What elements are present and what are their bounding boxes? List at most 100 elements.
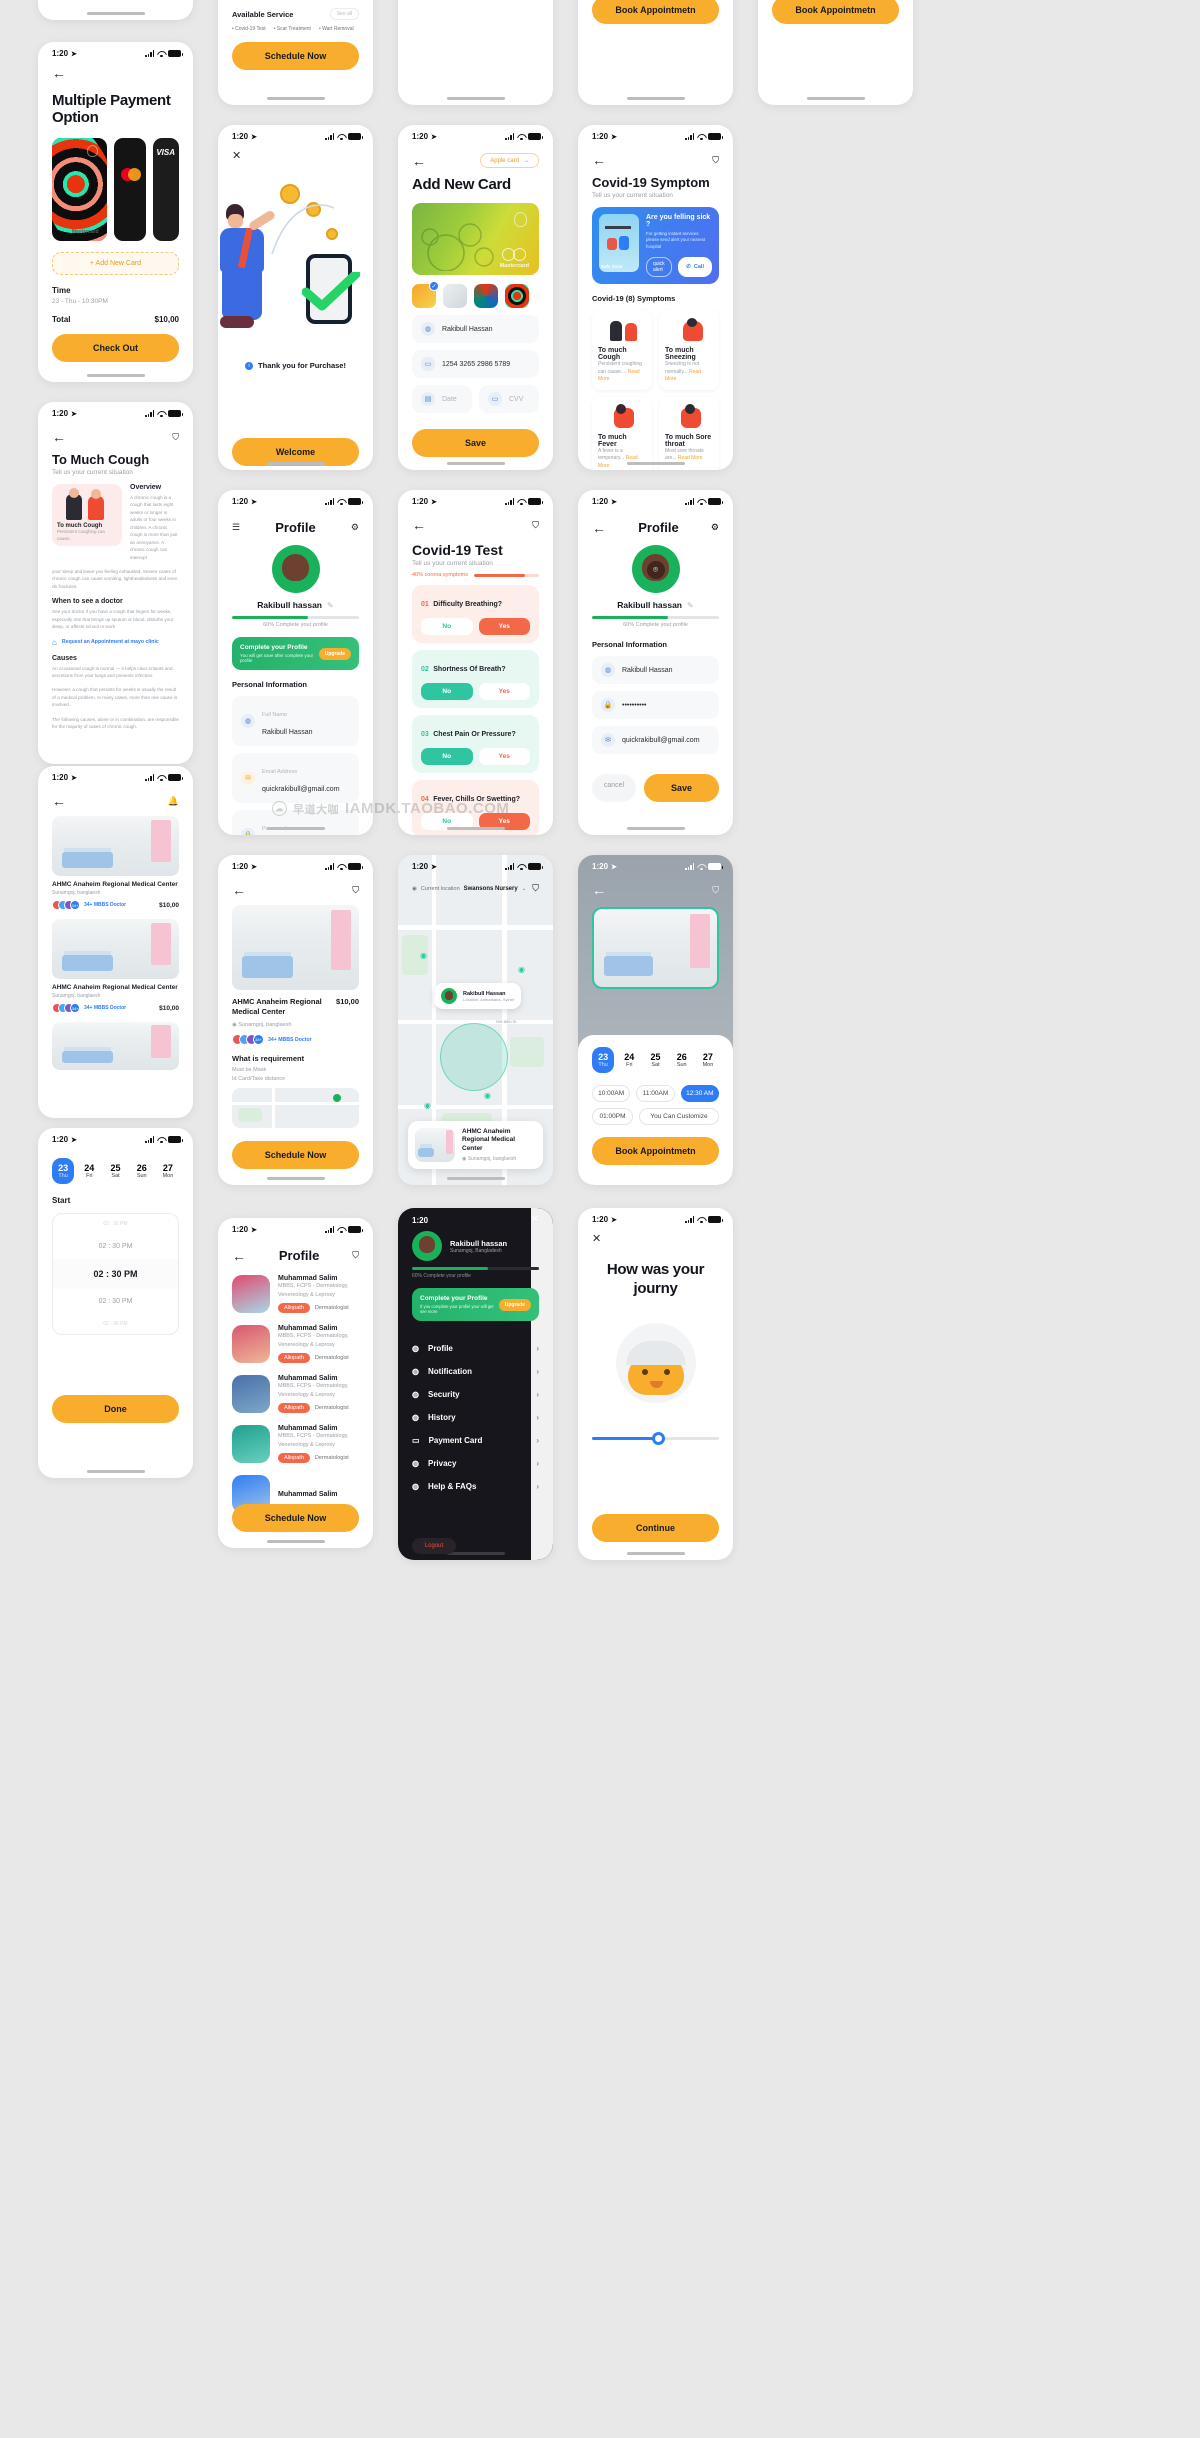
time-option-selected[interactable]: 02 : 30 PM: [53, 1259, 178, 1289]
bookmark-icon[interactable]: ⛉: [172, 432, 179, 443]
date-option[interactable]: 23 Thu: [52, 1158, 75, 1184]
back-button[interactable]: ←: [52, 66, 179, 80]
answer-no-button[interactable]: No: [421, 618, 473, 635]
add-new-card-button[interactable]: + Add New Card: [52, 252, 179, 275]
back-button[interactable]: ←: [232, 883, 246, 897]
answer-yes-button[interactable]: Yes: [478, 683, 530, 700]
time-wheel[interactable]: 02 : 30 PM 02 : 30 PM 02 : 30 PM 02 : 30…: [52, 1213, 179, 1335]
card-preview[interactable]: Mastercard: [412, 203, 539, 275]
done-button[interactable]: Done: [52, 1395, 179, 1423]
read-more-link[interactable]: Read More: [678, 455, 703, 461]
close-button[interactable]: ✕: [412, 1214, 539, 1225]
date-option[interactable]: 23 Thu: [592, 1047, 615, 1073]
card-theme-option[interactable]: [474, 284, 498, 308]
card-theme-option[interactable]: ✓: [412, 281, 439, 308]
date-option[interactable]: 25 Sat: [644, 1047, 667, 1073]
doctor-row[interactable]: Muhammad Salim MBBS, FCPS - Dermatology,…: [232, 1319, 359, 1369]
drawer-item-profile[interactable]: ◍ Profile ›: [412, 1337, 539, 1360]
time-option[interactable]: 02 : 30 PM: [53, 1234, 178, 1259]
drawer-item-payment-card[interactable]: ▭ Payment Card ›: [412, 1429, 539, 1452]
menu-icon[interactable]: ☰: [232, 522, 240, 533]
time-option[interactable]: 10:00AM: [592, 1085, 631, 1102]
close-button[interactable]: ✕: [592, 1234, 719, 1245]
drawer-item-notification[interactable]: ◍ Notification ›: [412, 1360, 539, 1383]
camera-icon[interactable]: ⌾: [646, 561, 665, 579]
card-theme-option[interactable]: [443, 284, 467, 308]
avatar[interactable]: [271, 545, 320, 593]
map-hospital-card[interactable]: AHMC Anaheim Regional Medical Center ◉ S…: [408, 1120, 543, 1169]
symptom-card[interactable]: To much Cough Persistent coughing can ca…: [592, 310, 652, 390]
date-option[interactable]: 25 Sat: [104, 1158, 127, 1184]
field-password[interactable]: 🔒 ••••••••••: [592, 691, 719, 719]
bookmark-icon[interactable]: ⛉: [712, 885, 719, 896]
avatar[interactable]: [412, 1231, 442, 1261]
mini-map[interactable]: [232, 1088, 359, 1129]
time-option[interactable]: 01:00PM: [592, 1108, 633, 1125]
see-all-button[interactable]: See all: [329, 8, 359, 20]
continue-button[interactable]: Continue: [592, 1514, 719, 1542]
card-mastercard-swirl[interactable]: Mastercard: [52, 138, 107, 241]
field-full-name[interactable]: ◍ Full Name Rakibull Hassan: [232, 696, 359, 746]
doctor-row[interactable]: Muhammad Salim MBBS, FCPS - Dermatology,…: [232, 1269, 359, 1319]
bookmark-icon[interactable]: ⛉: [712, 155, 719, 166]
edit-icon[interactable]: ✎: [327, 601, 334, 610]
field-card-number[interactable]: ▭ 1254 3265 2986 5789: [412, 350, 539, 378]
map-popup-card[interactable]: Rakibull Hassan Location: Ambarkana, Syl…: [434, 983, 521, 1009]
schedule-now-button[interactable]: Schedule Now: [232, 1504, 359, 1532]
question-card[interactable]: 02 Shortness Of Breath? No Yes: [412, 650, 539, 708]
gear-icon[interactable]: ⚙: [711, 522, 719, 533]
field-full-name[interactable]: ◍ Rakibull Hassan: [592, 656, 719, 684]
bell-icon[interactable]: 🔔: [168, 796, 179, 807]
map-pin-icon[interactable]: ◉: [484, 1091, 491, 1100]
date-selector[interactable]: 23 Thu 24 Fri 25 Sat 26 Sun 27 Mon: [592, 1047, 720, 1073]
time-option-custom[interactable]: You Can Customize: [639, 1108, 719, 1125]
time-option[interactable]: 02 : 30 PM: [53, 1314, 178, 1334]
book-appointment-button[interactable]: Book Appointmetn: [592, 1137, 719, 1165]
map-pin-icon[interactable]: ◉: [420, 951, 427, 960]
card-theme-picker[interactable]: ✓: [412, 281, 539, 308]
gear-icon[interactable]: ⚙: [351, 522, 359, 533]
date-option[interactable]: 24 Fri: [618, 1047, 641, 1073]
back-button[interactable]: ←: [52, 430, 66, 444]
time-option[interactable]: 02 : 30 PM: [53, 1289, 178, 1314]
card-theme-option[interactable]: [505, 284, 529, 308]
map-pin-icon[interactable]: ◉: [518, 965, 525, 974]
symptom-card[interactable]: To much Sneezing Sneezing is not normall…: [659, 310, 719, 390]
date-selector[interactable]: 23 Thu 24 Fri 25 Sat 26 Sun 27 Mon: [52, 1158, 180, 1184]
time-option[interactable]: 02 : 30 PM: [53, 1214, 178, 1234]
back-button[interactable]: ←: [592, 883, 606, 897]
back-button[interactable]: ←: [412, 518, 426, 532]
field-email[interactable]: ✉ Email Address quickrakibull@gmail.com: [232, 753, 359, 803]
quick-alert-button[interactable]: quick alert: [646, 257, 673, 278]
save-button[interactable]: Save: [644, 774, 719, 802]
close-button[interactable]: ✕: [232, 151, 359, 162]
complete-profile-banner[interactable]: Complete your Profile If you complete yo…: [412, 1288, 539, 1321]
bookmark-icon[interactable]: ⛉: [532, 520, 539, 531]
drawer-menu[interactable]: ◍ Profile › ◍ Notification › ◍ Security › ◍ His…: [412, 1337, 539, 1498]
current-location-selector[interactable]: ◉ Current location Swansons Nursery ⌄: [412, 886, 526, 892]
date-option[interactable]: 24 Fri: [78, 1158, 101, 1184]
drawer-item-privacy[interactable]: ◍ Privacy ›: [412, 1452, 539, 1475]
answer-no-button[interactable]: No: [421, 683, 473, 700]
hospital-card[interactable]: AHMC Anaheim Regional Medical Center Sun…: [52, 919, 179, 1013]
book-appointment-button[interactable]: Book Appointmetn: [592, 0, 719, 24]
rating-slider[interactable]: [592, 1431, 719, 1445]
call-button[interactable]: ✆ Call: [678, 257, 712, 278]
schedule-now-button[interactable]: Schedule Now: [232, 42, 359, 70]
answer-yes-button[interactable]: Yes: [478, 748, 530, 765]
book-appointment-button[interactable]: Book Appointmetn: [772, 0, 899, 24]
map-pin-icon[interactable]: ◉: [424, 1101, 431, 1110]
slider-thumb[interactable]: [652, 1431, 666, 1445]
back-button[interactable]: ←: [52, 794, 66, 808]
upgrade-button[interactable]: Upgrade: [498, 1298, 531, 1311]
time-option-selected[interactable]: 12:30 AM: [680, 1085, 719, 1102]
hospital-photo[interactable]: [52, 1022, 179, 1070]
field-cvv[interactable]: ▭ CVV: [479, 385, 539, 413]
back-button[interactable]: ←: [232, 1249, 246, 1263]
edit-icon[interactable]: ✎: [687, 601, 694, 610]
question-card[interactable]: 01 Difficulty Breathing? No Yes: [412, 585, 539, 643]
doctor-row[interactable]: Muhammad Salim MBBS, FCPS - Dermatology,…: [232, 1369, 359, 1419]
card-visa[interactable]: VISA 2346: [152, 138, 180, 241]
field-card-name[interactable]: ◍ Rakibull Hassan: [412, 315, 539, 343]
answer-yes-button[interactable]: Yes: [478, 618, 530, 635]
